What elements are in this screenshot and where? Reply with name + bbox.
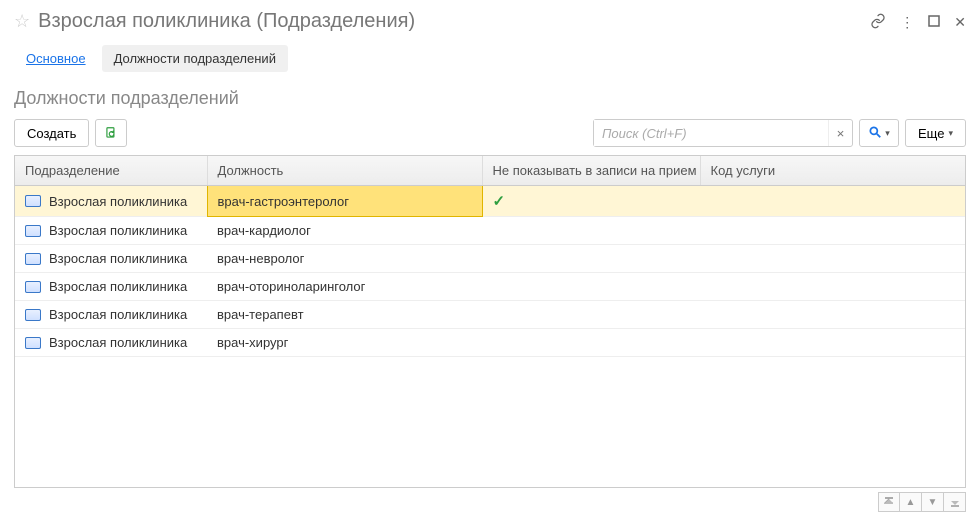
maximize-icon[interactable] xyxy=(928,15,940,29)
nav-down-button[interactable]: ▼ xyxy=(922,492,944,512)
col-header-hide[interactable]: Не показывать в записи на прием xyxy=(482,156,700,186)
page-title: Взрослая поликлиника (Подразделения) xyxy=(38,10,862,33)
department-label: Взрослая поликлиника xyxy=(49,335,187,350)
document-refresh-icon xyxy=(104,126,118,140)
link-icon[interactable] xyxy=(870,13,886,31)
positions-table: Подразделение Должность Не показывать в … xyxy=(14,155,966,488)
refresh-button[interactable] xyxy=(95,119,127,147)
cell-code xyxy=(700,329,965,357)
nav-first-button[interactable] xyxy=(878,492,900,512)
cell-position: врач-невролог xyxy=(207,245,482,273)
table-row[interactable]: Взрослая поликлиника врач-терапевт xyxy=(15,301,965,329)
department-label: Взрослая поликлиника xyxy=(49,307,187,322)
cell-department: Взрослая поликлиника xyxy=(15,245,207,273)
more-button[interactable]: Еще ▾ xyxy=(905,119,966,147)
cell-department: Взрослая поликлиника xyxy=(15,217,207,245)
nav-last-button[interactable] xyxy=(944,492,966,512)
table-row[interactable]: Взрослая поликлиника врач-оториноларингол… xyxy=(15,273,965,301)
tab-positions[interactable]: Должности подразделений xyxy=(102,45,288,72)
search-field[interactable]: × xyxy=(593,119,853,147)
cell-code xyxy=(700,186,965,217)
department-icon xyxy=(25,337,41,349)
department-icon xyxy=(25,225,41,237)
department-icon xyxy=(25,309,41,321)
table-row[interactable]: Взрослая поликлиника врач-невролог xyxy=(15,245,965,273)
search-button[interactable]: ▾ xyxy=(859,119,899,147)
cell-position: врач-оториноларинголог xyxy=(207,273,482,301)
cell-position: врач-терапевт xyxy=(207,301,482,329)
tab-main[interactable]: Основное xyxy=(14,45,98,72)
department-label: Взрослая поликлиника xyxy=(49,223,187,238)
cell-hide xyxy=(482,301,700,329)
search-input[interactable] xyxy=(594,120,828,146)
cell-code xyxy=(700,301,965,329)
cell-position: врач-хирург xyxy=(207,329,482,357)
table-header-row: Подразделение Должность Не показывать в … xyxy=(15,156,965,186)
cell-hide xyxy=(482,217,700,245)
cell-department: Взрослая поликлиника xyxy=(15,186,207,217)
col-header-code[interactable]: Код услуги xyxy=(700,156,965,186)
department-label: Взрослая поликлиника xyxy=(49,279,187,294)
search-clear-button[interactable]: × xyxy=(828,120,852,146)
cell-hide xyxy=(482,329,700,357)
department-icon xyxy=(25,281,41,293)
more-button-label: Еще xyxy=(918,126,944,141)
col-header-position[interactable]: Должность xyxy=(207,156,482,186)
cell-department: Взрослая поликлиника xyxy=(15,329,207,357)
favorite-star-icon[interactable]: ☆ xyxy=(14,11,30,32)
cell-department: Взрослая поликлиника xyxy=(15,273,207,301)
cell-hide xyxy=(482,273,700,301)
search-icon xyxy=(868,125,882,142)
create-button[interactable]: Создать xyxy=(14,119,89,147)
section-title: Должности подразделений xyxy=(14,88,966,109)
department-icon xyxy=(25,195,41,207)
chevron-down-icon: ▾ xyxy=(948,128,953,139)
chevron-down-icon: ▾ xyxy=(885,128,890,139)
cell-code xyxy=(700,217,965,245)
department-label: Взрослая поликлиника xyxy=(49,251,187,266)
nav-up-button[interactable]: ▲ xyxy=(900,492,922,512)
table-row[interactable]: Взрослая поликлиника врач-гастроэнтеролог… xyxy=(15,186,965,217)
table-row[interactable]: Взрослая поликлиника врач-кардиолог xyxy=(15,217,965,245)
cell-code xyxy=(700,245,965,273)
department-label: Взрослая поликлиника xyxy=(49,194,187,209)
close-icon[interactable]: ✕ xyxy=(954,15,966,29)
cell-code xyxy=(700,273,965,301)
kebab-menu-icon[interactable]: ⋮ xyxy=(900,15,914,29)
department-icon xyxy=(25,253,41,265)
cell-department: Взрослая поликлиника xyxy=(15,301,207,329)
cell-hide xyxy=(482,245,700,273)
table-row[interactable]: Взрослая поликлиника врач-хирург xyxy=(15,329,965,357)
check-icon: ✓ xyxy=(493,193,506,210)
col-header-department[interactable]: Подразделение xyxy=(15,156,207,186)
cell-hide: ✓ xyxy=(482,186,700,217)
cell-position: врач-кардиолог xyxy=(207,217,482,245)
cell-position: врач-гастроэнтеролог xyxy=(207,186,482,217)
